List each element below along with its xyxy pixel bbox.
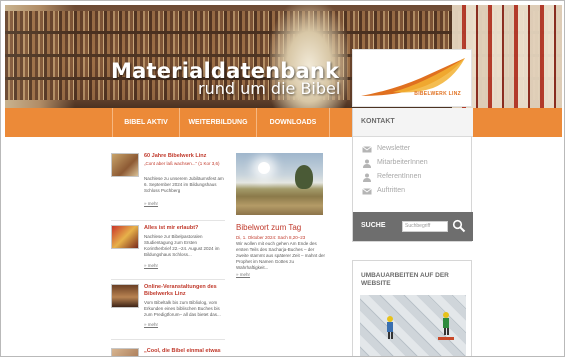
news-title[interactable]: 60 Jahre Bibelwerk Linz (144, 153, 225, 160)
logo-swoosh-icon (361, 58, 465, 96)
news-divider (111, 339, 225, 340)
news-item: Alles ist mir erlaubt? Nachlese zur Bibe… (111, 225, 225, 275)
news-thumbnail[interactable] (111, 348, 139, 356)
news-thumbnail[interactable] (111, 153, 139, 177)
news-divider (111, 220, 225, 221)
nav-item-bibel-aktiv[interactable]: BIBEL AKTIV (112, 108, 179, 137)
news-more-link[interactable]: » mehr (144, 263, 158, 268)
tree-icon (295, 165, 313, 189)
site-subtitle: rund um die Bibel (198, 79, 341, 98)
logo-text: BIBELWERK LINZ (414, 91, 461, 97)
bibelwort-image[interactable] (236, 153, 323, 215)
news-item: Online-Veranstaltungen des Bibelwerks Li… (111, 284, 225, 332)
news-more-link[interactable]: » mehr (144, 322, 158, 327)
kontakt-link-label: Auftritten (377, 187, 406, 194)
umbau-box: UMBAUARBEITEN AUF DER WEBSITE (352, 260, 472, 356)
news-subtitle: „Cont aber laß wachsen...“ (1 Kor 3,6) (144, 161, 220, 166)
bibelwerk-logo[interactable]: BIBELWERK LINZ (352, 49, 472, 107)
mail-icon (362, 188, 372, 195)
umbau-title[interactable]: UMBAUARBEITEN AUF DER WEBSITE (361, 272, 467, 288)
kontakt-link-label: Newsletter (377, 145, 411, 152)
kontakt-title: KONTAKT (361, 118, 395, 125)
person-icon (363, 159, 371, 168)
news-thumbnail[interactable] (111, 225, 139, 249)
search-icon[interactable] (452, 219, 466, 233)
news-teaser: Nachlese zur Bibelpastoralen Studientagu… (144, 234, 220, 257)
kontakt-link-label: MitarbeiterInnen (377, 159, 428, 166)
search-bar: SUCHE Suchbegriff (353, 212, 473, 241)
kontakt-panel: KONTAKT Newsletter MitarbeiterInnen Refe… (352, 108, 473, 242)
news-title[interactable]: „Cool, die Bibel einmal etwas (144, 348, 225, 355)
bibelwort-date: Di, 1. Oktober 2024: Sach 8,20–23 (236, 235, 306, 240)
search-input[interactable]: Suchbegriff (402, 221, 448, 232)
news-thumbnail[interactable] (111, 284, 139, 308)
news-title[interactable]: Online-Veranstaltungen des Bibelwerks Li… (144, 284, 225, 298)
kontakt-header: KONTAKT (353, 108, 473, 137)
bibelwort-text: Wir wollen mit euch gehen Am Ende des er… (236, 241, 326, 270)
nav-item-downloads[interactable]: DOWNLOADS (256, 108, 329, 137)
news-divider (111, 279, 225, 280)
page-frame: Materialdatenbank rund um die Bibel BIBE… (0, 0, 565, 357)
news-teaser: Nachlese zu unserem Jubiläumsfest am 6. … (144, 176, 224, 193)
sun-icon (258, 162, 270, 174)
bibelwort-more-link[interactable]: » mehr (236, 272, 250, 277)
construction-figures-icon (387, 312, 454, 340)
news-item: 60 Jahre Bibelwerk Linz „Cont aber laß w… (111, 153, 225, 215)
person-icon (363, 173, 371, 182)
umbau-keyboard-image[interactable] (360, 295, 466, 356)
mail-icon (362, 146, 372, 153)
search-label: SUCHE (361, 222, 386, 229)
header-banner: Materialdatenbank rund um die Bibel (5, 5, 562, 108)
nav-divider (329, 108, 330, 137)
news-item: „Cool, die Bibel einmal etwas (111, 348, 225, 356)
news-teaser: Vom Bibeltalk bis zum Bibliolog, vom Erk… (144, 300, 221, 317)
nav-item-weiterbildung[interactable]: WEITERBILDUNG (179, 108, 256, 137)
kontakt-link-label: ReferentInnen (377, 173, 422, 180)
bibelwort-title[interactable]: Bibelwort zum Tag (236, 223, 301, 232)
main-nav: BIBEL AKTIV WEITERBILDUNG DOWNLOADS (5, 108, 562, 137)
news-title[interactable]: Alles ist mir erlaubt? (144, 225, 225, 232)
news-more-link[interactable]: » mehr (144, 201, 158, 206)
